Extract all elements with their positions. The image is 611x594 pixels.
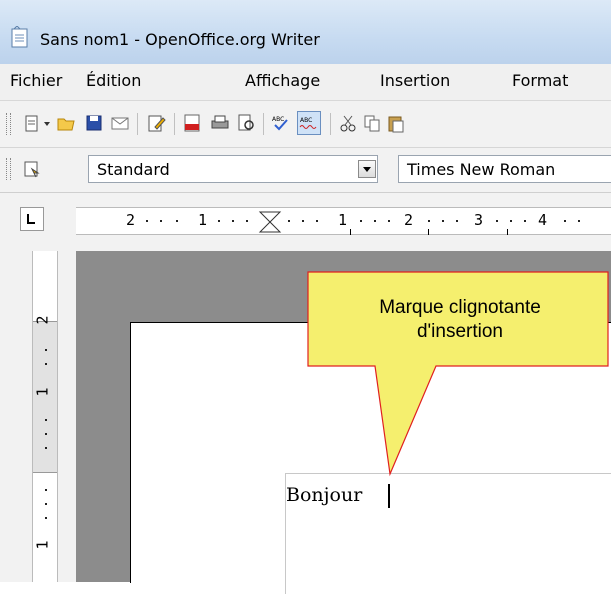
ruler-label: 2 <box>33 315 52 325</box>
svg-text:ABC: ABC <box>272 116 284 123</box>
ruler-label: 1 <box>33 387 52 397</box>
save-icon[interactable] <box>84 113 104 133</box>
svg-text:ABC: ABC <box>300 117 312 124</box>
menu-fichier[interactable]: Fichier <box>10 71 62 90</box>
ruler-label: 2 <box>404 211 414 229</box>
menu-edition[interactable]: Édition <box>86 71 141 90</box>
toolbar-grip[interactable] <box>6 158 11 180</box>
ruler-label: 2 <box>126 211 136 229</box>
tab-stop-type-icon[interactable] <box>20 207 44 231</box>
document-page[interactable] <box>130 322 611 594</box>
paragraph-style-value: Standard <box>97 160 170 179</box>
horizontal-ruler[interactable]: 2 1 1 2 3 4 <box>76 207 611 235</box>
cut-icon[interactable] <box>338 113 358 133</box>
print-icon[interactable] <box>210 113 230 133</box>
menu-bar: Fichier Édition Affichage Insertion Form… <box>0 64 611 101</box>
export-pdf-icon[interactable] <box>182 113 202 133</box>
ruler-row: 2 1 1 2 3 4 <box>0 193 611 251</box>
ruler-label: 4 <box>538 211 548 229</box>
font-name-select[interactable]: Times New Roman <box>398 155 611 183</box>
edit-document-icon[interactable] <box>146 113 166 133</box>
spellcheck-icon[interactable]: ABC <box>271 113 291 133</box>
window-title: Sans nom1 - OpenOffice.org Writer <box>40 30 320 49</box>
chevron-down-icon[interactable] <box>358 160 376 178</box>
paste-icon[interactable] <box>386 113 406 133</box>
menu-affichage[interactable]: Affichage <box>245 71 320 90</box>
toolbar-separator <box>137 113 138 135</box>
vertical-ruler[interactable]: 2 1 1 <box>32 251 58 582</box>
font-name-value: Times New Roman <box>407 160 556 179</box>
callout-text: Marque clignotante d'insertion <box>312 296 608 344</box>
toolbar-separator <box>330 113 331 135</box>
toolbar-separator <box>263 113 264 135</box>
email-icon[interactable] <box>110 113 130 133</box>
autospellcheck-icon[interactable]: ABC <box>297 111 321 135</box>
indent-marker-icon[interactable] <box>258 210 282 234</box>
dropdown-arrow-icon[interactable] <box>42 113 52 133</box>
open-folder-icon[interactable] <box>56 113 76 133</box>
ruler-label: 1 <box>338 211 348 229</box>
toolbar-separator <box>174 113 175 135</box>
document-text[interactable]: Bonjour <box>286 484 362 506</box>
writer-document-icon <box>11 26 28 48</box>
new-document-icon[interactable] <box>22 113 42 133</box>
paragraph-style-select[interactable]: Standard <box>88 155 378 183</box>
callout-line-2: d'insertion <box>416 321 503 342</box>
ruler-label: 1 <box>198 211 208 229</box>
callout-line-1: Marque clignotante <box>379 297 541 318</box>
toolbar-grip[interactable] <box>6 113 11 135</box>
copy-icon[interactable] <box>362 113 382 133</box>
vertical-ruler-margin <box>33 321 57 473</box>
print-preview-icon[interactable] <box>236 113 256 133</box>
styles-formatting-icon[interactable] <box>22 159 42 179</box>
ruler-label: 1 <box>33 540 52 550</box>
menu-insertion[interactable]: Insertion <box>380 71 450 90</box>
ruler-label: 3 <box>474 211 484 229</box>
standard-toolbar: ABC ABC <box>0 101 611 148</box>
title-bar: Sans nom1 - OpenOffice.org Writer <box>0 0 611 64</box>
formatting-toolbar: Standard Times New Roman <box>0 148 611 193</box>
vertical-ruler-area: 2 1 1 <box>0 251 76 582</box>
menu-format[interactable]: Format <box>512 71 568 90</box>
text-cursor <box>388 484 390 508</box>
